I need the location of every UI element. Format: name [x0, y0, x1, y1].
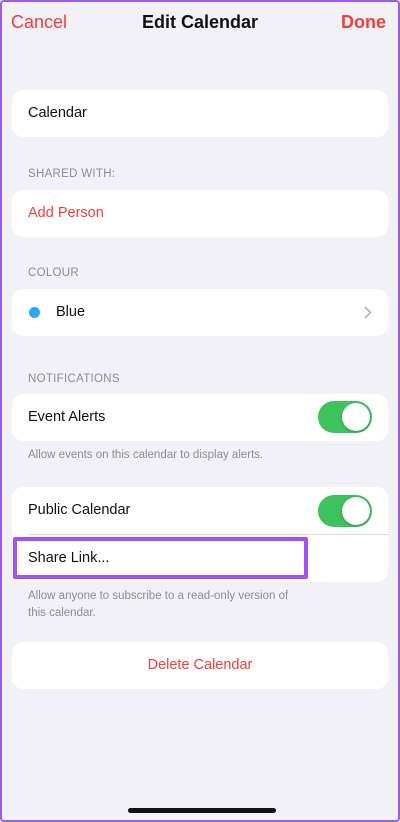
colour-value: Blue [56, 304, 86, 320]
shared-with-header: SHARED WITH: [28, 168, 116, 180]
calendar-name-card: Calendar [12, 90, 388, 137]
event-alerts-footnote: Allow events on this calendar to display… [28, 449, 264, 461]
phone-screen: Cancel Edit Calendar Done Calendar SHARE… [0, 0, 400, 822]
toggle-knob [342, 403, 370, 431]
delete-calendar-button[interactable]: Delete Calendar [12, 657, 388, 673]
public-calendar-footnote: Allow anyone to subscribe to a read-only… [28, 588, 368, 622]
event-alerts-label: Event Alerts [28, 409, 106, 425]
colour-header: COLOUR [28, 267, 80, 279]
page-title: Edit Calendar [141, 12, 259, 32]
home-indicator [128, 808, 276, 813]
notifications-header: NOTIFICATIONS [28, 373, 120, 385]
footnote-line: this calendar. [28, 607, 96, 619]
toggle-knob [342, 497, 370, 525]
event-alerts-toggle[interactable] [318, 401, 372, 433]
footnote-line: Allow anyone to subscribe to a read-only… [28, 590, 289, 602]
row-divider [28, 534, 388, 535]
delete-calendar-card: Delete Calendar [12, 642, 388, 689]
chevron-right-icon [364, 306, 372, 319]
notifications-card: Event Alerts [12, 394, 388, 441]
colour-row[interactable]: Blue [12, 289, 388, 336]
done-button[interactable]: Done [341, 12, 386, 33]
share-link-highlight [13, 537, 308, 579]
calendar-name-field[interactable]: Calendar [28, 105, 368, 121]
shared-with-card: Add Person [12, 190, 388, 237]
public-calendar-toggle[interactable] [318, 495, 372, 527]
colour-dot-icon [29, 307, 40, 318]
add-person-button[interactable]: Add Person [28, 205, 104, 221]
public-calendar-label: Public Calendar [28, 502, 131, 518]
navigation-bar: Cancel Edit Calendar Done [2, 2, 398, 50]
